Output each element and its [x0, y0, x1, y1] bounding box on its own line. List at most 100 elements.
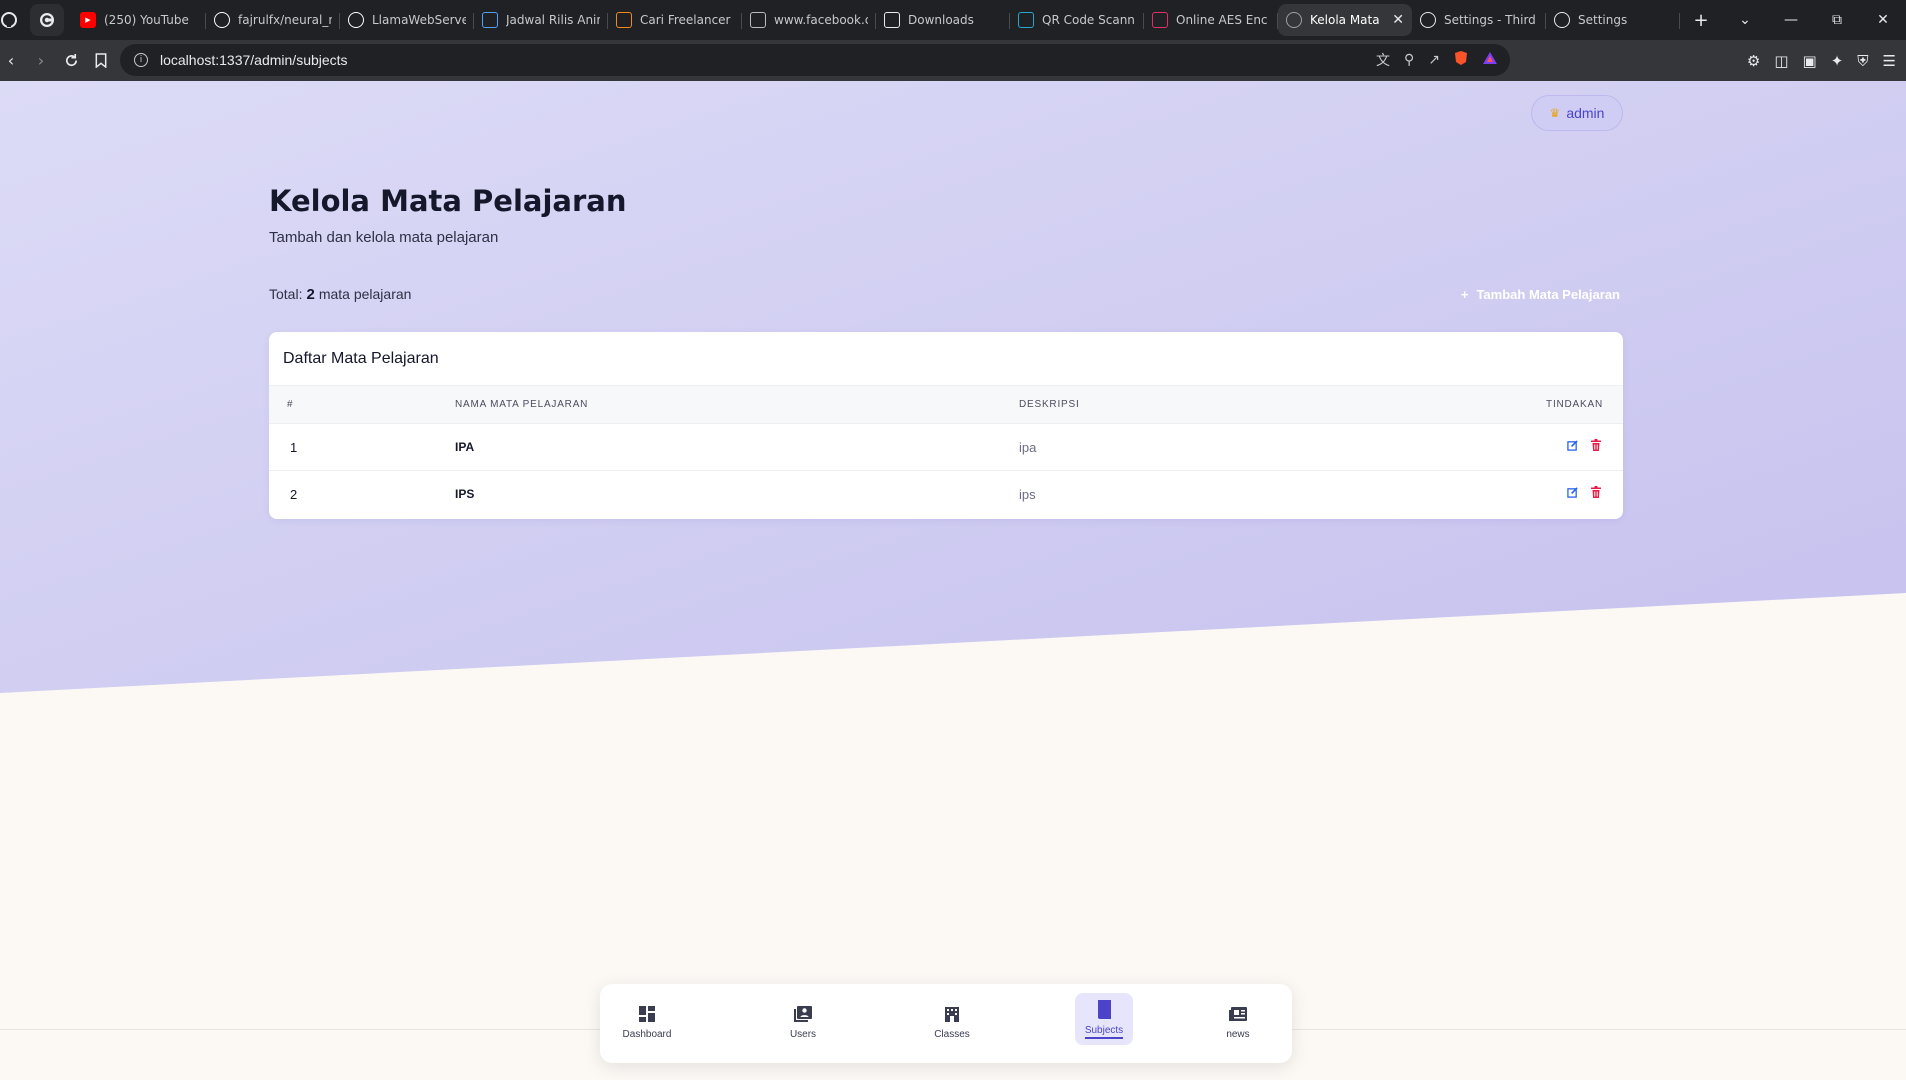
classes-icon — [945, 1006, 959, 1022]
nav-item-news[interactable]: news — [1198, 994, 1278, 1050]
freelancer-icon — [616, 12, 632, 28]
gear-icon — [1420, 12, 1436, 28]
browser-tab[interactable]: QR Code Scann — [1010, 4, 1144, 36]
column-header-number: # — [287, 399, 294, 410]
bookmark-icon — [95, 53, 107, 68]
browser-tab[interactable]: Settings - Third — [1412, 4, 1546, 36]
nav-item-subjects[interactable]: Subjects — [1075, 993, 1133, 1045]
browser-tab[interactable]: Cari Freelancer I — [608, 4, 742, 36]
users-icon — [794, 1005, 812, 1022]
triangle-icon — [1483, 52, 1497, 64]
table-title: Daftar Mata Pelajaran — [269, 332, 1623, 386]
close-tab-icon[interactable]: ✕ — [1392, 12, 1404, 28]
total-prefix: Total: — [269, 286, 303, 302]
row-number: 1 — [290, 440, 298, 455]
address-bar[interactable]: i localhost:1337/admin/subjects 文 ⚲ ↗ — [120, 44, 1510, 76]
edit-icon[interactable] — [1565, 438, 1579, 452]
browser-tab[interactable]: Settings — [1546, 4, 1680, 36]
table-row: 1 IPA ipa — [269, 424, 1623, 471]
add-subject-button[interactable]: + Tambah Mata Pelajaran — [1420, 277, 1620, 311]
pinned-tab[interactable] — [30, 4, 64, 36]
aes-icon — [1152, 12, 1168, 28]
brave-rewards-icon[interactable] — [1482, 51, 1498, 69]
reload-button[interactable] — [56, 46, 86, 76]
browser-tab[interactable]: www.facebook.c — [742, 4, 876, 36]
restore-button[interactable]: ⧉ — [1814, 12, 1860, 28]
extension-icons: ⚙ ◫ ▣ ✦ ⛨ ☰ — [1747, 40, 1896, 81]
qr-icon — [1018, 12, 1034, 28]
site-info-icon[interactable]: i — [134, 53, 148, 67]
delete-icon[interactable] — [1589, 438, 1603, 452]
github-icon — [214, 12, 230, 28]
browser-tab-label: QR Code Scann — [1042, 13, 1135, 27]
browser-tab[interactable]: Jadwal Rilis Anir — [474, 4, 608, 36]
brave-lion-icon — [1455, 51, 1467, 65]
news-icon — [1229, 1006, 1247, 1021]
browser-tab[interactable]: Online AES Enc — [1144, 4, 1278, 36]
github-pinned-tab[interactable] — [0, 4, 26, 36]
download-icon — [884, 12, 900, 28]
total-suffix: mata pelajaran — [318, 286, 412, 302]
browser-tab-label: Settings - Third — [1444, 13, 1536, 27]
delete-icon[interactable] — [1589, 485, 1603, 499]
column-header-name: NAMA MATA PELAJARAN — [455, 399, 589, 410]
browser-tab[interactable]: ▶ (250) YouTube — [72, 4, 206, 36]
table-body: 1 IPA ipa 2 IPS ips — [269, 424, 1623, 518]
forward-button[interactable]: › — [26, 46, 56, 76]
nav-item-classes[interactable]: Classes — [912, 994, 992, 1050]
extensions-icon[interactable]: ⚙ — [1747, 52, 1760, 70]
share-icon[interactable]: ↗ — [1428, 52, 1440, 68]
edit-icon[interactable] — [1565, 485, 1579, 499]
back-button[interactable]: ‹ — [0, 46, 26, 76]
browser-tab[interactable]: fajrulfx/neural_n — [206, 4, 340, 36]
subject-description: ipa — [1019, 440, 1037, 455]
browser-toolbar: ‹ › i localhost:1337/admin/subjects 文 ⚲ … — [0, 40, 1906, 81]
subject-name: IPA — [455, 440, 475, 454]
browser-tab[interactable]: LlamaWebServe — [340, 4, 474, 36]
tab-search-icon[interactable]: ⌄ — [1722, 12, 1768, 28]
wallet-icon[interactable]: ▣ — [1803, 52, 1817, 70]
vpn-icon[interactable]: ⛨ — [1857, 52, 1868, 70]
browser-tab-label: Online AES Enc — [1176, 13, 1268, 27]
window-controls: ⌄ — ⧉ ✕ — [1722, 0, 1906, 40]
column-header-actions: TINDAKAN — [1546, 399, 1603, 410]
browser-tab[interactable]: Kelola Mata ✕ — [1278, 4, 1412, 36]
bookmark-icon — [482, 12, 498, 28]
browser-tab-label: Downloads — [908, 13, 974, 27]
url-text[interactable]: localhost:1337/admin/subjects — [160, 52, 348, 68]
new-tab-button[interactable]: + — [1684, 4, 1718, 36]
minimize-button[interactable]: — — [1768, 12, 1814, 28]
browser-tab-label: Cari Freelancer I — [640, 13, 734, 27]
nav-item-dashboard[interactable]: Dashboard — [607, 994, 687, 1050]
nav-label-dashboard: Dashboard — [622, 1028, 672, 1040]
nav-label-classes: Classes — [934, 1028, 970, 1040]
row-number: 2 — [290, 487, 298, 502]
browser-tab[interactable]: Downloads — [876, 4, 1010, 36]
reload-icon — [65, 53, 77, 67]
sidebar-icon[interactable]: ◫ — [1774, 52, 1788, 70]
youtube-icon: ▶ — [80, 12, 96, 28]
user-badge-label: admin — [1566, 105, 1605, 121]
browser-tab-label: Jadwal Rilis Anir — [506, 13, 600, 27]
page-title: Kelola Mata Pelajaran — [269, 184, 627, 218]
app-page: ♛ admin Kelola Mata Pelajaran Tambah dan… — [0, 81, 1906, 1080]
bottom-navigation: Dashboard Users Classes Subjects news — [600, 984, 1292, 1063]
table-header: # NAMA MATA PELAJARAN DESKRIPSI TINDAKAN — [269, 386, 1623, 424]
brave-shields-icon[interactable] — [1454, 50, 1468, 70]
nav-label-news: news — [1226, 1028, 1250, 1040]
bookmark-button[interactable] — [86, 46, 116, 76]
translate-icon[interactable]: 文 — [1376, 50, 1390, 70]
browser-tab-strip: ▶ (250) YouTube fajrulfx/neural_n LlamaWebS… — [0, 0, 1906, 40]
close-window-button[interactable]: ✕ — [1860, 12, 1906, 28]
leo-ai-icon[interactable]: ✦ — [1831, 52, 1844, 70]
nav-item-users[interactable]: Users — [763, 994, 843, 1050]
total-number: 2 — [306, 286, 315, 303]
user-badge[interactable]: ♛ admin — [1531, 95, 1623, 131]
browser-tab-label: (250) YouTube — [104, 13, 189, 27]
zoom-icon[interactable]: ⚲ — [1404, 52, 1414, 68]
subjects-table-card: Daftar Mata Pelajaran # NAMA MATA PELAJA… — [269, 332, 1623, 519]
total-count: Total: 2 mata pelajaran — [269, 286, 411, 303]
row-actions — [1565, 438, 1603, 452]
browser-tab-label: Settings — [1578, 13, 1628, 27]
menu-icon[interactable]: ☰ — [1883, 52, 1896, 70]
